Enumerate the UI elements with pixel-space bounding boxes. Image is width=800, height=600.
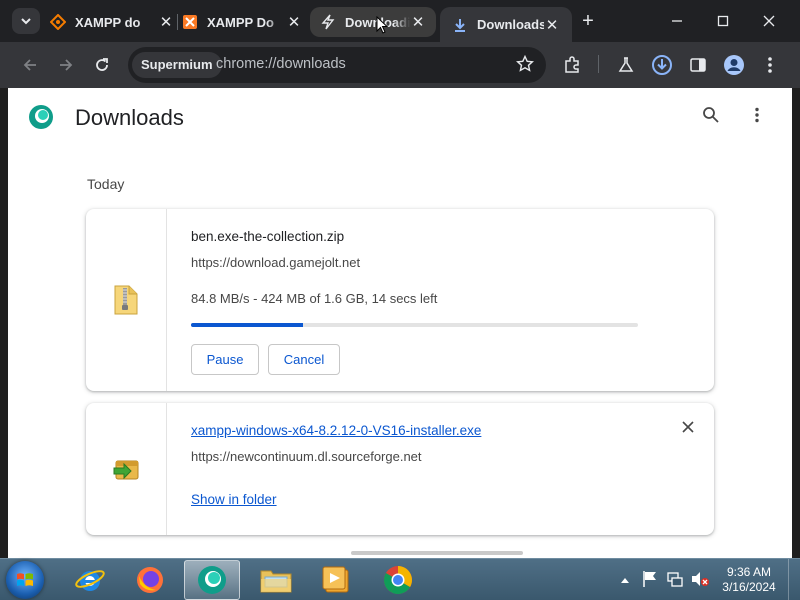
start-button[interactable] [6, 561, 44, 599]
show-hidden-icons-icon[interactable] [620, 576, 630, 584]
supermium-logo-icon [29, 105, 53, 129]
zip-folder-icon [108, 281, 144, 317]
show-desktop-button[interactable] [788, 559, 800, 600]
mouse-cursor-icon [376, 16, 388, 34]
downloads-button[interactable] [648, 51, 676, 79]
internet-explorer-icon [75, 570, 105, 591]
horizontal-scrollbar[interactable] [351, 551, 523, 555]
reload-icon [96, 58, 108, 71]
back-button[interactable] [16, 51, 44, 79]
minimize-button[interactable] [654, 0, 700, 42]
minimize-icon [672, 20, 682, 22]
tab-strip: XAMPP do ✕ XAMPP Do ✕ Downloadi ✕ Downlo… [0, 0, 800, 42]
installer-icon [108, 451, 144, 487]
reload-button[interactable] [88, 51, 116, 79]
menu-button[interactable] [756, 51, 784, 79]
close-icon[interactable] [682, 421, 694, 433]
tab-title: XAMPP do [75, 14, 141, 30]
taskbar-media-player[interactable] [308, 560, 364, 600]
taskbar-supermium[interactable] [184, 560, 240, 600]
taskbar-chrome[interactable] [370, 560, 426, 600]
maximize-button[interactable] [700, 0, 746, 42]
show-in-folder-link[interactable]: Show in folder [191, 492, 277, 507]
side-panel-icon [690, 58, 706, 72]
card-divider [166, 209, 167, 391]
taskbar-firefox[interactable] [122, 560, 178, 600]
close-window-button[interactable] [746, 0, 792, 42]
tab-downloads[interactable]: Downloads ✕ [440, 7, 572, 42]
download-status: 84.8 MB/s - 424 MB of 1.6 GB, 14 secs le… [191, 291, 438, 306]
network-icon[interactable] [666, 570, 684, 588]
page-title: Downloads [75, 105, 184, 130]
download-item: ben.exe-the-collection.zip https://downl… [86, 209, 714, 391]
url-text[interactable]: chrome://downloads [216, 56, 346, 72]
profile-chip[interactable]: Supermium [132, 52, 222, 78]
windows-logo-icon [17, 573, 33, 586]
more-options-icon[interactable] [748, 106, 766, 124]
cancel-button[interactable]: Cancel [268, 344, 340, 375]
date-heading: Today [87, 176, 125, 192]
file-source-url[interactable]: https://newcontinuum.dl.sourceforge.net [191, 449, 422, 464]
forward-button[interactable] [52, 51, 80, 79]
downloads-page: Downloads Today ben.exe-the-collection.z… [8, 88, 792, 558]
close-icon[interactable]: ✕ [410, 14, 426, 31]
puzzle-icon [565, 56, 579, 73]
close-icon[interactable]: ✕ [286, 14, 302, 31]
download-progress-bar [191, 323, 638, 327]
toolbar-divider [598, 55, 599, 73]
labs-button[interactable] [612, 51, 640, 79]
tab-downloading[interactable]: Downloadi ✕ [310, 7, 436, 37]
maximize-icon [717, 15, 729, 27]
media-player-icon [322, 566, 349, 593]
tab-divider [177, 14, 178, 30]
tab-title: Downloads [477, 17, 544, 32]
file-source-url[interactable]: https://download.gamejolt.net [191, 255, 360, 270]
folder-icon [260, 570, 292, 593]
clock-date: 3/16/2024 [722, 580, 776, 594]
side-panel-button[interactable] [684, 51, 712, 79]
bookmark-star-icon[interactable] [516, 55, 534, 73]
system-clock[interactable]: 9:36 AM 3/16/2024 [714, 565, 784, 595]
search-icon[interactable] [702, 106, 720, 124]
file-name: ben.exe-the-collection.zip [191, 229, 345, 244]
new-tab-button[interactable]: + [578, 10, 598, 32]
taskbar: 9:36 AM 3/16/2024 [0, 558, 800, 600]
pause-button[interactable]: Pause [191, 344, 259, 375]
back-arrow-icon [23, 59, 36, 71]
tab-search-button[interactable] [12, 8, 40, 34]
firefox-icon [137, 567, 163, 593]
address-bar[interactable]: Supermium chrome://downloads [128, 47, 546, 83]
avatar-icon [724, 55, 744, 75]
taskbar-internet-explorer[interactable] [62, 560, 118, 600]
tab-title: XAMPP Do [207, 14, 274, 30]
close-icon[interactable]: ✕ [544, 17, 560, 34]
browser-toolbar: Supermium chrome://downloads [0, 42, 800, 88]
chrome-icon [384, 566, 412, 594]
profile-button[interactable] [720, 51, 748, 79]
page-header: Downloads [8, 88, 792, 146]
download-progress-fill [191, 323, 303, 327]
volume-muted-icon[interactable] [690, 570, 710, 588]
tab-xampp-2[interactable]: XAMPP Do ✕ [182, 7, 302, 37]
close-icon [763, 15, 775, 27]
download-arrow-icon [452, 17, 468, 33]
chevron-down-icon [21, 18, 31, 25]
kebab-menu-icon [768, 57, 772, 73]
clock-time: 9:36 AM [726, 565, 772, 579]
lightning-icon [320, 14, 336, 30]
forward-arrow-icon [60, 59, 73, 71]
card-divider [166, 403, 167, 535]
taskbar-file-explorer[interactable] [248, 560, 304, 600]
download-item: xampp-windows-x64-8.2.12-0-VS16-installe… [86, 403, 714, 535]
supermium-icon [198, 566, 226, 594]
xampp-diamond-icon [50, 14, 66, 30]
flask-icon [618, 57, 634, 72]
tab-xampp-1[interactable]: XAMPP do ✕ [50, 7, 174, 37]
close-icon[interactable]: ✕ [158, 14, 174, 31]
download-progress-icon [652, 55, 672, 75]
extensions-button[interactable] [558, 51, 586, 79]
file-name-link[interactable]: xampp-windows-x64-8.2.12-0-VS16-installe… [191, 423, 481, 438]
action-center-flag-icon[interactable] [642, 570, 658, 588]
xampp-logo-icon [182, 14, 198, 30]
